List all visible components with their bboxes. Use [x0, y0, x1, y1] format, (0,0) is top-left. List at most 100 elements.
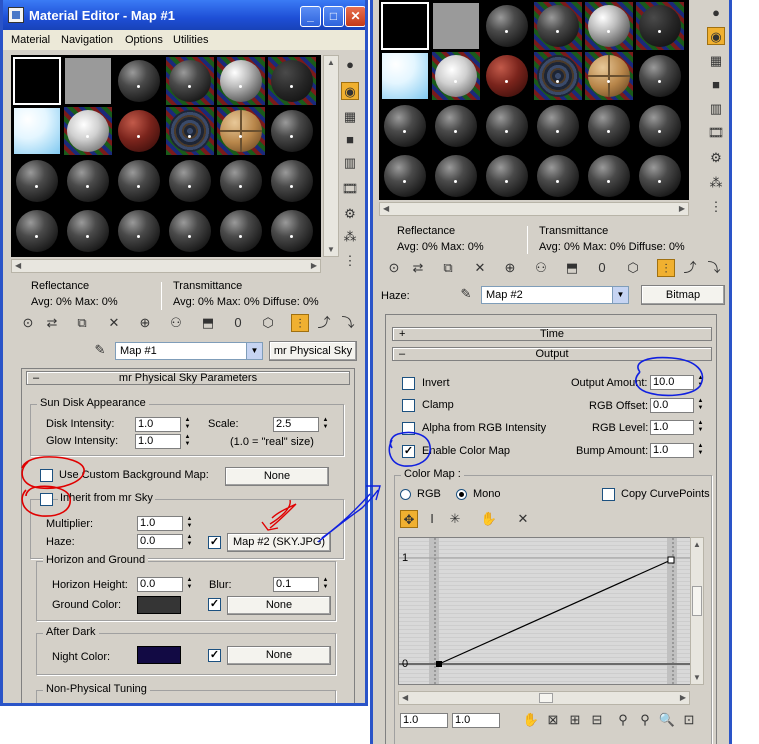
show-map-in-viewport-icon[interactable]: ⬡ [259, 314, 277, 332]
sample-slot[interactable] [432, 152, 480, 200]
sample-slot[interactable] [534, 152, 582, 200]
disk-intensity-value[interactable]: 1.0 [135, 417, 181, 432]
sample-slot[interactable] [217, 207, 265, 255]
options-icon[interactable]: ⚙ [341, 205, 359, 223]
material-map-navigator-icon[interactable]: ⋮ [707, 198, 725, 216]
sample-slot[interactable] [585, 102, 633, 150]
make-unique-icon[interactable]: ⚇ [167, 314, 185, 332]
material-effects-channel-icon[interactable]: 0 [229, 314, 247, 332]
output-amount-spinner[interactable]: 10.0 ▲ ▼ [650, 375, 706, 390]
sample-slot[interactable] [217, 107, 265, 155]
sample-slot[interactable] [64, 157, 112, 205]
sample-slot[interactable] [115, 107, 163, 155]
sample-slot[interactable] [381, 152, 429, 200]
use-custom-background-checkbox[interactable] [40, 469, 53, 482]
copy-material-icon[interactable]: ⊕ [501, 259, 519, 277]
physical-sky-rollout-header[interactable]: – mr Physical Sky Parameters [26, 371, 350, 385]
sample-slot[interactable] [381, 102, 429, 150]
spinner-arrows-icon[interactable]: ▲ ▼ [185, 516, 194, 531]
output-amount-value[interactable]: 10.0 [650, 375, 694, 390]
go-forward-to-sibling-icon[interactable]: ⤵ [339, 314, 357, 332]
zoom-vertically-icon[interactable]: ⚲ [636, 711, 654, 729]
material-effects-channel-icon[interactable]: 0 [593, 259, 611, 277]
spinner-arrows-icon[interactable]: ▲ ▼ [696, 420, 705, 435]
sample-slot[interactable] [13, 207, 61, 255]
haze-map-enable-checkbox[interactable]: ✓ [208, 536, 221, 549]
sample-slot[interactable] [64, 207, 112, 255]
options-icon[interactable]: ⚙ [707, 149, 725, 167]
reset-map-icon[interactable]: ✕ [105, 314, 123, 332]
spinner-arrows-icon[interactable]: ▲ ▼ [185, 534, 194, 549]
haze-value[interactable]: 0.0 [137, 534, 183, 549]
assign-to-selection-icon[interactable]: ⧉ [73, 314, 91, 332]
video-color-check-icon[interactable]: ▥ [707, 100, 725, 118]
sample-slot[interactable] [483, 52, 531, 100]
spinner-arrows-icon[interactable]: ▲ ▼ [696, 443, 705, 458]
sample-slot[interactable] [534, 102, 582, 150]
put-to-scene-icon[interactable]: ⇄ [409, 259, 427, 277]
ground-color-swatch[interactable] [137, 596, 181, 614]
horizon-height-spinner[interactable]: 0.0 ▲ ▼ [137, 577, 195, 592]
sample-slot[interactable] [636, 2, 684, 50]
sample-slot[interactable] [381, 52, 429, 100]
rgb-offset-spinner[interactable]: 0.0 ▲ ▼ [650, 398, 706, 413]
color-map-curve-graph[interactable]: 1 0 [398, 537, 704, 685]
show-end-result-icon[interactable]: ⫶ [291, 314, 309, 332]
maximize-icon[interactable]: □ [323, 6, 344, 27]
zoom-horizontally-icon[interactable]: ⚲ [614, 711, 632, 729]
glow-intensity-spinner[interactable]: 1.0 ▲ ▼ [135, 434, 193, 449]
background-checker-icon[interactable]: ▦ [341, 108, 359, 126]
spinner-arrows-icon[interactable]: ▲ ▼ [183, 434, 192, 449]
menu-options[interactable]: Options [125, 34, 163, 46]
sample-slot[interactable] [268, 107, 316, 155]
sample-slot[interactable] [381, 2, 429, 50]
sample-slot[interactable] [13, 157, 61, 205]
select-by-material-icon[interactable]: ⁂ [341, 228, 359, 246]
sample-type-sphere-icon[interactable]: ● [707, 4, 725, 22]
pick-material-eyedropper-icon[interactable]: ✎ [457, 285, 475, 303]
get-material-icon[interactable]: ⊙ [19, 314, 37, 332]
sample-slot[interactable] [432, 102, 480, 150]
minimize-icon[interactable]: _ [300, 6, 321, 27]
spinner-arrows-icon[interactable]: ▲ ▼ [696, 398, 705, 413]
menu-material[interactable]: Material [11, 34, 50, 46]
haze-map-button[interactable]: Map #2 (SKY.JPG) [227, 533, 331, 552]
spinner-arrows-icon[interactable]: ▲ ▼ [321, 417, 330, 432]
point-x-field[interactable]: 1.0 [400, 713, 448, 728]
make-unique-icon[interactable]: ⚇ [532, 259, 550, 277]
go-to-parent-icon[interactable]: ⤴ [681, 259, 699, 277]
pan-icon[interactable]: ✋ [522, 711, 540, 729]
pick-material-eyedropper-icon[interactable]: ✎ [91, 341, 109, 359]
sample-slot[interactable] [217, 157, 265, 205]
select-by-material-icon[interactable]: ⁂ [707, 174, 725, 192]
alpha-from-rgb-checkbox[interactable] [402, 422, 415, 435]
blur-value[interactable]: 0.1 [273, 577, 319, 592]
zoom-horizontal-extents-icon[interactable]: ⊞ [566, 711, 584, 729]
bump-amount-spinner[interactable]: 1.0 ▲ ▼ [650, 443, 706, 458]
sample-slot[interactable] [432, 2, 480, 50]
backlight-icon[interactable]: ◉ [707, 27, 725, 45]
sample-slot[interactable] [217, 57, 265, 105]
scale-value[interactable]: 2.5 [273, 417, 319, 432]
custom-background-map-button[interactable]: None [225, 467, 329, 486]
sample-slot[interactable] [268, 57, 316, 105]
graph-horizontal-scrollbar[interactable]: ◀ ▶ [398, 691, 690, 705]
make-preview-icon[interactable]: 🎞 [341, 180, 359, 198]
map-type-button[interactable]: Bitmap [641, 285, 725, 305]
sample-slot[interactable] [268, 157, 316, 205]
menu-utilities[interactable]: Utilities [173, 34, 208, 46]
assign-to-selection-icon[interactable]: ⧉ [439, 259, 457, 277]
video-color-check-icon[interactable]: ▥ [341, 154, 359, 172]
delete-point-icon[interactable]: ✕ [514, 510, 532, 528]
rgb-offset-value[interactable]: 0.0 [650, 398, 694, 413]
sample-type-sphere-icon[interactable]: ● [341, 56, 359, 74]
zoom-extents-icon[interactable]: ⊠ [544, 711, 562, 729]
sample-uv-tiling-icon[interactable]: ■ [707, 76, 725, 94]
sample-slot[interactable] [483, 2, 531, 50]
sample-slot[interactable] [115, 57, 163, 105]
background-checker-icon[interactable]: ▦ [707, 52, 725, 70]
ground-map-button[interactable]: None [227, 596, 331, 615]
curve-end-point[interactable] [667, 556, 675, 564]
sample-uv-tiling-icon[interactable]: ■ [341, 131, 359, 149]
rgb-level-value[interactable]: 1.0 [650, 420, 694, 435]
